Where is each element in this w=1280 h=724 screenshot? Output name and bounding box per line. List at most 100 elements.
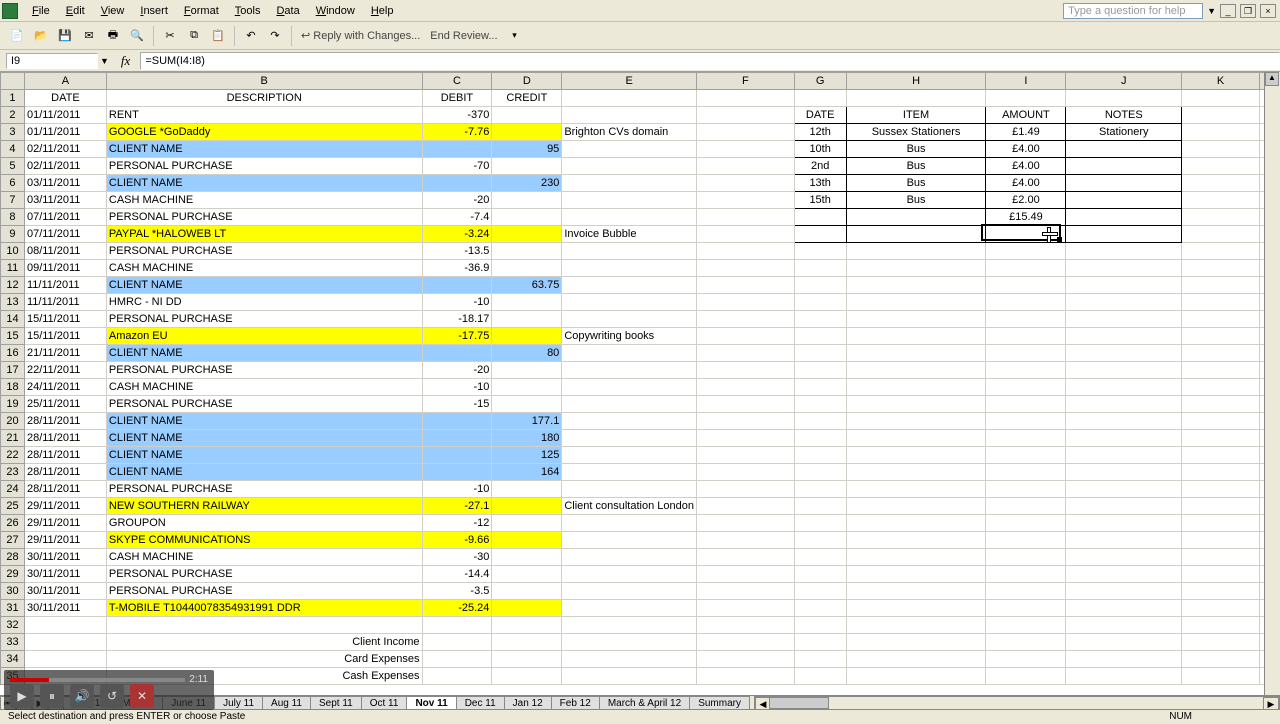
cell[interactable]: £4.00 — [986, 175, 1066, 192]
cell[interactable] — [1182, 634, 1260, 651]
cell[interactable] — [562, 634, 697, 651]
cell[interactable]: £2.00 — [986, 192, 1066, 209]
cell[interactable] — [794, 600, 846, 617]
column-header[interactable]: J — [1066, 73, 1182, 90]
row-header[interactable]: 7 — [1, 192, 25, 209]
cell[interactable] — [1182, 600, 1260, 617]
cell[interactable]: 28/11/2011 — [24, 447, 106, 464]
cell[interactable]: 180 — [492, 430, 562, 447]
cell[interactable] — [492, 396, 562, 413]
row-header[interactable]: 34 — [1, 651, 25, 668]
cell[interactable]: CREDIT — [492, 90, 562, 107]
cell[interactable] — [696, 515, 794, 532]
cell[interactable] — [846, 90, 986, 107]
cell[interactable] — [562, 549, 697, 566]
cell[interactable] — [986, 379, 1066, 396]
cell[interactable] — [846, 260, 986, 277]
cell[interactable] — [24, 634, 106, 651]
row-header[interactable]: 13 — [1, 294, 25, 311]
cell[interactable] — [492, 158, 562, 175]
cell[interactable] — [696, 226, 794, 243]
cell[interactable] — [562, 668, 697, 685]
cell[interactable] — [986, 294, 1066, 311]
cell[interactable] — [492, 617, 562, 634]
cell[interactable] — [794, 566, 846, 583]
cell[interactable] — [1066, 515, 1182, 532]
cell[interactable]: 03/11/2011 — [24, 175, 106, 192]
menu-insert[interactable]: Insert — [132, 3, 176, 19]
row-header[interactable]: 8 — [1, 209, 25, 226]
cell[interactable] — [1182, 566, 1260, 583]
cell[interactable]: CLIENT NAME — [106, 141, 422, 158]
paste-icon[interactable]: 📋 — [207, 25, 229, 47]
cell[interactable]: PERSONAL PURCHASE — [106, 583, 422, 600]
cell[interactable]: -3.5 — [422, 583, 492, 600]
cell[interactable] — [696, 277, 794, 294]
cell[interactable] — [986, 634, 1066, 651]
cell[interactable] — [1066, 430, 1182, 447]
cell[interactable] — [696, 481, 794, 498]
cell[interactable] — [1182, 396, 1260, 413]
cell[interactable] — [986, 566, 1066, 583]
cell[interactable] — [794, 345, 846, 362]
cell[interactable] — [562, 209, 697, 226]
cell[interactable]: Bus — [846, 175, 986, 192]
cell[interactable] — [562, 277, 697, 294]
cell[interactable] — [696, 566, 794, 583]
cell[interactable]: 13th — [794, 175, 846, 192]
cell[interactable]: CLIENT NAME — [106, 430, 422, 447]
cell[interactable]: -10 — [422, 379, 492, 396]
cell[interactable]: 177.1 — [492, 413, 562, 430]
cell[interactable]: £4.00 — [986, 141, 1066, 158]
undo-icon[interactable]: ↶ — [240, 25, 262, 47]
row-header[interactable]: 20 — [1, 413, 25, 430]
row-header[interactable]: 6 — [1, 175, 25, 192]
cell[interactable] — [846, 413, 986, 430]
cell[interactable]: -17.75 — [422, 328, 492, 345]
cell[interactable] — [986, 430, 1066, 447]
cell[interactable] — [1066, 600, 1182, 617]
cell[interactable] — [562, 158, 697, 175]
cell[interactable]: PERSONAL PURCHASE — [106, 362, 422, 379]
cell[interactable] — [1182, 345, 1260, 362]
row-header[interactable]: 23 — [1, 464, 25, 481]
cell[interactable] — [422, 413, 492, 430]
cell[interactable] — [846, 481, 986, 498]
cell[interactable]: 29/11/2011 — [24, 515, 106, 532]
cell[interactable] — [492, 260, 562, 277]
cell[interactable] — [1066, 668, 1182, 685]
cell[interactable]: -30 — [422, 549, 492, 566]
select-all-corner[interactable] — [1, 73, 25, 90]
cell[interactable]: Bus — [846, 192, 986, 209]
cell[interactable] — [1066, 634, 1182, 651]
row-header[interactable]: 1 — [1, 90, 25, 107]
cell[interactable] — [846, 464, 986, 481]
vertical-scrollbar[interactable]: ▲ — [1264, 72, 1280, 695]
cell[interactable] — [492, 124, 562, 141]
cell[interactable] — [696, 362, 794, 379]
cell[interactable] — [794, 617, 846, 634]
cell[interactable]: 12th — [794, 124, 846, 141]
cell[interactable] — [986, 277, 1066, 294]
cell[interactable] — [562, 362, 697, 379]
cell[interactable] — [1066, 277, 1182, 294]
cell[interactable] — [794, 260, 846, 277]
cell[interactable]: 03/11/2011 — [24, 192, 106, 209]
cell[interactable]: 30/11/2011 — [24, 566, 106, 583]
cell[interactable]: -10 — [422, 481, 492, 498]
cell[interactable] — [986, 447, 1066, 464]
cell[interactable] — [986, 617, 1066, 634]
cell[interactable] — [696, 379, 794, 396]
row-header[interactable]: 17 — [1, 362, 25, 379]
new-icon[interactable]: 📄 — [6, 25, 28, 47]
help-dropdown-icon[interactable]: ▼ — [1207, 6, 1216, 16]
cell[interactable] — [696, 617, 794, 634]
cell[interactable]: 80 — [492, 345, 562, 362]
cell[interactable] — [846, 532, 986, 549]
cell[interactable] — [794, 226, 846, 243]
cell[interactable]: -10 — [422, 294, 492, 311]
cell[interactable]: 95 — [492, 141, 562, 158]
close-button[interactable]: × — [1260, 4, 1276, 18]
cell[interactable] — [562, 532, 697, 549]
cell[interactable] — [846, 430, 986, 447]
